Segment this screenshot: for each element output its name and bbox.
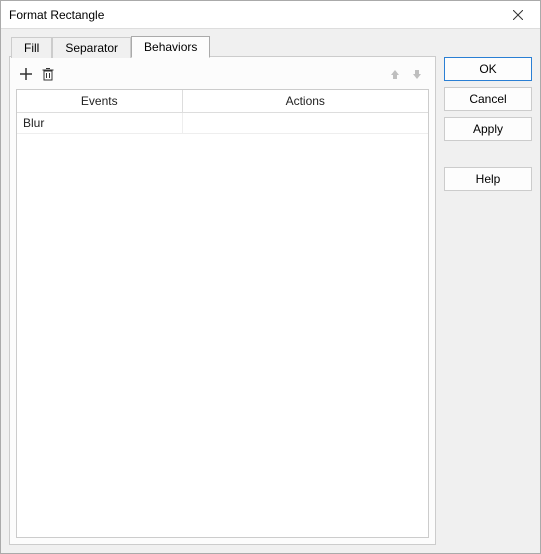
table-header-row: Events Actions <box>17 90 428 113</box>
tab-separator[interactable]: Separator <box>52 37 131 58</box>
move-up-button <box>385 64 405 84</box>
tab-label: Behaviors <box>144 40 197 54</box>
move-down-button <box>407 64 427 84</box>
tab-label: Fill <box>24 41 39 55</box>
tab-strip: Fill Separator Behaviors <box>11 35 436 57</box>
title-bar: Format Rectangle <box>1 1 540 29</box>
delete-behavior-button[interactable] <box>38 64 58 84</box>
arrow-up-icon <box>389 68 401 80</box>
button-label: Help <box>476 172 501 186</box>
tab-label: Separator <box>65 41 118 55</box>
actions-column-header[interactable]: Actions <box>182 90 428 113</box>
plus-icon <box>19 67 33 81</box>
table-row[interactable]: Blur <box>17 113 428 134</box>
window-title: Format Rectangle <box>9 8 498 22</box>
panel-toolbar <box>16 63 429 85</box>
action-cell[interactable] <box>182 113 428 134</box>
behaviors-panel: Events Actions Blur <box>9 56 436 545</box>
dialog-window: Format Rectangle Fill Separator Behavior… <box>0 0 541 554</box>
button-label: Apply <box>473 122 503 136</box>
events-column-header[interactable]: Events <box>17 90 182 113</box>
event-cell[interactable]: Blur <box>17 113 182 134</box>
trash-icon <box>41 67 55 81</box>
add-behavior-button[interactable] <box>16 64 36 84</box>
close-button[interactable] <box>498 2 538 28</box>
tab-fill[interactable]: Fill <box>11 37 52 58</box>
close-icon <box>513 10 523 20</box>
button-label: Cancel <box>469 92 506 106</box>
arrow-down-icon <box>411 68 423 80</box>
ok-button[interactable]: OK <box>444 57 532 81</box>
behaviors-table[interactable]: Events Actions Blur <box>17 90 428 134</box>
button-label: OK <box>479 62 496 76</box>
tab-behaviors[interactable]: Behaviors <box>131 36 210 58</box>
side-buttons: OK Cancel Apply Help <box>444 35 532 545</box>
main-column: Fill Separator Behaviors <box>9 35 436 545</box>
behaviors-table-container: Events Actions Blur <box>16 89 429 538</box>
help-button[interactable]: Help <box>444 167 532 191</box>
apply-button[interactable]: Apply <box>444 117 532 141</box>
cancel-button[interactable]: Cancel <box>444 87 532 111</box>
dialog-body: Fill Separator Behaviors <box>1 29 540 553</box>
